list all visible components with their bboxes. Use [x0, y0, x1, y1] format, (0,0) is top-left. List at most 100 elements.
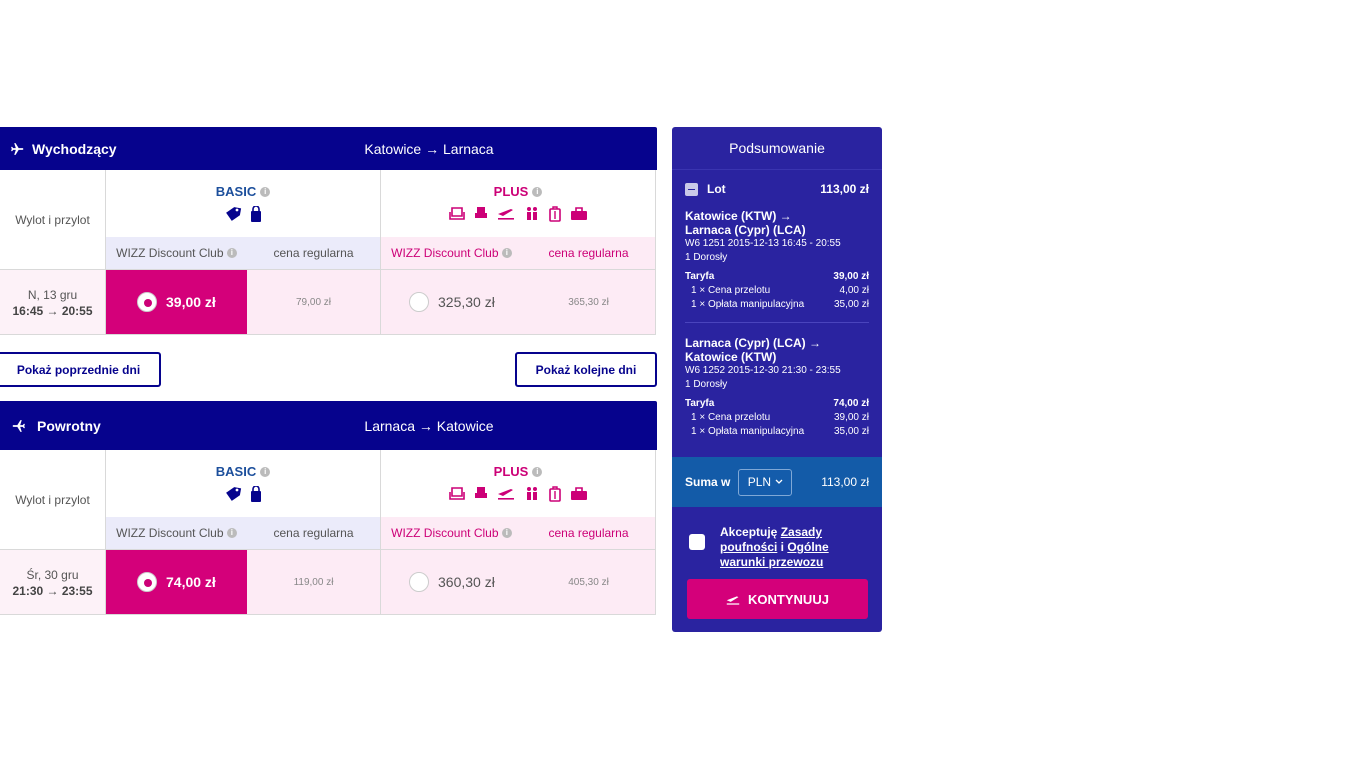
leg1-item1-price: 4,00 zł: [839, 285, 869, 296]
large-bag-icon: [548, 206, 561, 222]
radio-unselected[interactable]: [409, 292, 429, 312]
outbound-basic-regular-price: 79,00 zł: [247, 270, 381, 335]
summary-panel: Podsumowanie Lot 113,00 zł Katowice (KTW…: [672, 127, 882, 632]
outbound-basic-name: BASIC: [215, 184, 257, 199]
outbound-row-label: Wylot i przylot: [0, 170, 106, 270]
return-fare-grid: Wylot i przylot BASIC i WIZZ Discount Clu…: [0, 450, 657, 615]
sum-bar: Suma w PLN 113,00 zł: [672, 457, 882, 507]
outbound-plus-header: PLUS i: [381, 170, 656, 237]
return-basic-name: BASIC: [215, 464, 257, 479]
summary-lot-total: 113,00 zł: [820, 182, 869, 196]
leg1-item2-label: 1 × Opłata manipulacyjna: [691, 299, 805, 310]
return-basic-header: BASIC i: [106, 450, 381, 517]
summary-leg2: Larnaca (Cypr) (LCA) → Katowice (KTW) W6…: [672, 336, 882, 439]
summary-leg1: Katowice (KTW) → Larnaca (Cypr) (LCA) W6…: [672, 209, 882, 312]
outbound-basic-wdc-option[interactable]: 39,00 zł: [106, 270, 247, 335]
return-date-cell: Śr, 30 gru 21:30 → 23:55: [0, 550, 106, 615]
info-icon[interactable]: i: [532, 466, 543, 477]
leg1-flight: W6 1251 2015-12-13 16:45 - 20:55: [685, 238, 841, 249]
outbound-plus-wdc-price: 325,30 zł: [438, 294, 495, 310]
outbound-times: 16:45 → 20:55: [12, 304, 93, 318]
show-next-days-button[interactable]: Pokaż kolejne dni: [515, 352, 657, 387]
return-times: 21:30 → 23:55: [12, 584, 93, 598]
info-icon[interactable]: i: [532, 186, 543, 197]
summary-lot-row: Lot 113,00 zł: [672, 182, 882, 196]
info-icon[interactable]: i: [260, 466, 271, 477]
return-row-label: Wylot i przylot: [0, 450, 106, 550]
currency-select[interactable]: PLN: [738, 468, 793, 496]
return-flight-section: Powrotny Larnaca → Katowice Wylot i przy…: [0, 401, 657, 615]
outbound-plus-name: PLUS: [493, 184, 529, 199]
info-icon[interactable]: i: [226, 528, 237, 538]
info-icon[interactable]: i: [501, 248, 512, 258]
return-direction-label: Powrotny: [37, 417, 101, 434]
info-icon[interactable]: i: [226, 248, 237, 258]
outbound-plus-regular-price: 365,30 zł: [522, 270, 656, 335]
plane-landing-icon: [12, 419, 25, 432]
small-bag-icon: [250, 486, 261, 502]
seat-icon: [448, 487, 465, 500]
sum-total: 113,00 zł: [821, 475, 869, 489]
outbound-direction-label: Wychodzący: [32, 140, 117, 157]
return-plus-header: PLUS i: [381, 450, 656, 517]
outbound-plus-wdc-option[interactable]: 325,30 zł: [381, 270, 522, 335]
leg2-from: Larnaca (Cypr) (LCA) →: [685, 336, 822, 350]
return-basic-wdc-price: 74,00 zł: [166, 574, 216, 590]
return-basic-wdc-label: WIZZ Discount Club: [116, 526, 224, 540]
accept-terms-text: Akceptuję Zasady poufności i Ogólne waru…: [720, 525, 829, 569]
info-icon[interactable]: i: [501, 528, 512, 538]
continue-button[interactable]: KONTYNUUJ: [687, 579, 868, 619]
checked-bag-icon: [570, 207, 587, 220]
sum-label: Suma w: [685, 475, 731, 489]
outbound-fare-grid: Wylot i przylot BASIC i WIZZ Discount Clu…: [0, 170, 657, 335]
outbound-plus-wdc-label: WIZZ Discount Club: [391, 246, 499, 260]
leg2-item1-price: 39,00 zł: [833, 412, 869, 423]
return-basic-wdc-option[interactable]: 74,00 zł: [106, 550, 247, 615]
leg1-item1-label: 1 × Cena przelotu: [691, 285, 771, 296]
leg1-fare-total: 39,00 zł: [833, 271, 869, 282]
return-basic-regular-price: 119,00 zł: [247, 550, 381, 615]
collapse-icon[interactable]: [685, 182, 698, 196]
outbound-flight-section: Wychodzący Katowice → Larnaca Wylot i pr…: [0, 127, 657, 335]
radio-selected[interactable]: [137, 292, 157, 312]
continue-label: KONTYNUUJ: [748, 591, 829, 607]
leg2-item2-label: 1 × Opłata manipulacyjna: [691, 426, 805, 437]
return-route: Larnaca → Katowice: [364, 417, 494, 434]
leg2-item1-label: 1 × Cena przelotu: [691, 412, 771, 423]
return-plus-wdc-option[interactable]: 360,30 zł: [381, 550, 522, 615]
takeoff-icon: [726, 595, 740, 605]
outbound-basic-wdc-price: 39,00 zł: [166, 294, 216, 310]
accept-terms-checkbox[interactable]: [689, 534, 705, 550]
outbound-header: Wychodzący Katowice → Larnaca: [0, 127, 657, 170]
return-plus-regular-price: 405,30 zł: [522, 550, 656, 615]
passengers-icon: [526, 207, 537, 220]
leg2-fare-total: 74,00 zł: [833, 398, 869, 409]
outbound-basic-header: BASIC i: [106, 170, 381, 237]
outbound-date-cell: N, 13 gru 16:45 → 20:55: [0, 270, 106, 335]
tag-icon: [225, 207, 241, 221]
outbound-basic-regular-label: cena regularna: [247, 237, 381, 270]
return-plus-regular-label: cena regularna: [522, 517, 656, 550]
show-previous-days-button[interactable]: Pokaż poprzednie dni: [0, 352, 161, 387]
priority-seat-icon: [474, 207, 487, 218]
chevron-down-icon: [775, 479, 783, 484]
small-bag-icon: [250, 206, 261, 222]
outbound-basic-wdc-label: WIZZ Discount Club: [116, 246, 224, 260]
leg2-item2-price: 35,00 zł: [833, 426, 869, 437]
large-bag-icon: [548, 486, 561, 502]
tag-icon: [225, 487, 241, 501]
outbound-route: Katowice → Larnaca: [364, 140, 494, 157]
leg1-from: Katowice (KTW) →: [685, 209, 792, 223]
summary-divider: [685, 322, 869, 323]
leg2-fare-label: Taryfa: [685, 398, 715, 409]
leg1-to: Larnaca (Cypr) (LCA): [685, 223, 806, 237]
radio-selected[interactable]: [137, 572, 157, 592]
outbound-plus-regular-label: cena regularna: [522, 237, 656, 270]
leg2-to: Katowice (KTW): [685, 350, 777, 364]
leg1-item2-price: 35,00 zł: [833, 299, 869, 310]
priority-seat-icon: [474, 487, 487, 498]
radio-unselected[interactable]: [409, 572, 429, 592]
leg2-pax: 1 Dorosły: [685, 379, 728, 390]
info-icon[interactable]: i: [260, 186, 271, 197]
plane-icon: [11, 142, 24, 155]
